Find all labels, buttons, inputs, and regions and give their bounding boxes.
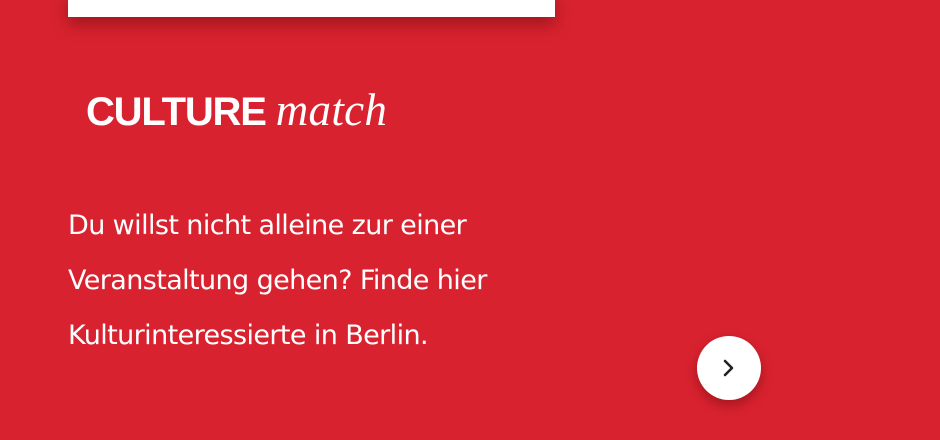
top-card (68, 0, 555, 17)
description-line: Veranstaltung gehen? Finde hier (68, 265, 487, 296)
intro-description: Du willst nicht alleine zur einer Verans… (68, 198, 628, 363)
next-button[interactable] (697, 336, 761, 400)
description-line: Du willst nicht alleine zur einer (68, 210, 467, 241)
logo-match-text: match (275, 85, 388, 135)
description-line: Kulturinteressierte in Berlin. (68, 320, 429, 351)
culturematch-logo: CULTURE match (86, 84, 387, 138)
chevron-right-icon (723, 359, 734, 377)
logo-culture-text: CULTURE (86, 90, 267, 134)
